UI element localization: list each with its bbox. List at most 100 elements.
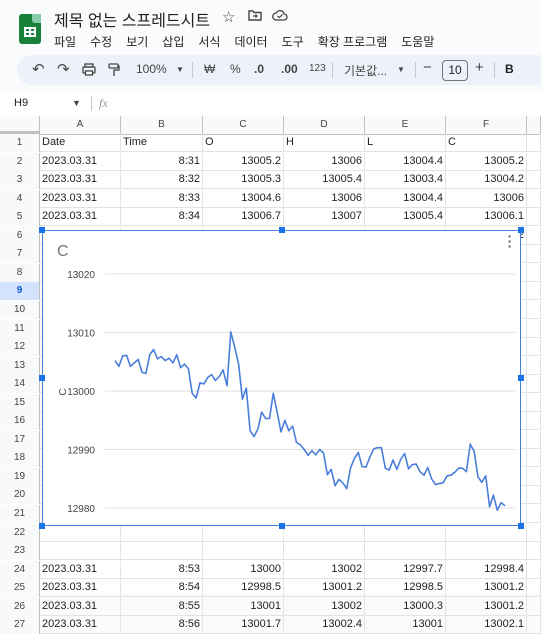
row-header[interactable]: 6 xyxy=(0,226,40,245)
grid-cell[interactable] xyxy=(527,505,541,523)
percent-format-button[interactable]: % xyxy=(230,62,241,76)
grid-cell[interactable] xyxy=(365,542,446,561)
grid-cell[interactable] xyxy=(527,579,541,598)
grid-cell[interactable]: L xyxy=(365,134,446,152)
grid-cell[interactable] xyxy=(203,523,284,542)
row-header[interactable]: 20 xyxy=(0,486,40,505)
row-header[interactable]: 27 xyxy=(0,616,40,634)
grid-cell[interactable]: 13005.3 xyxy=(203,171,284,190)
grid-cell[interactable] xyxy=(527,152,541,171)
menu-edit[interactable]: 수정 xyxy=(90,35,112,49)
undo-icon[interactable]: ↶ xyxy=(32,60,45,78)
row-header[interactable]: 19 xyxy=(0,467,40,486)
cloud-status-icon[interactable] xyxy=(272,8,288,25)
grid-cell[interactable]: 12998.5 xyxy=(365,579,446,598)
grid-cell[interactable]: 2023.03.31 xyxy=(40,189,121,208)
grid-cell[interactable] xyxy=(203,542,284,561)
column-header-d[interactable]: D xyxy=(284,116,365,134)
number-format-button[interactable]: 123 xyxy=(309,63,326,74)
grid-cell[interactable] xyxy=(446,542,527,561)
grid-cell[interactable]: 13001 xyxy=(203,597,284,616)
grid-cell[interactable] xyxy=(527,616,541,634)
row-header[interactable]: 22 xyxy=(0,523,40,542)
grid-cell[interactable] xyxy=(527,523,541,542)
increase-decimal-button[interactable]: .00 xyxy=(281,62,298,76)
grid-cell[interactable]: 13003.4 xyxy=(365,171,446,190)
grid-cell[interactable]: 13006 xyxy=(284,189,365,208)
grid-cell[interactable] xyxy=(527,356,541,375)
grid-cell[interactable]: 2023.03.31 xyxy=(40,152,121,171)
grid-cell[interactable]: 2023.03.31 xyxy=(40,208,121,227)
row-header[interactable]: 1 xyxy=(0,134,40,152)
grid-cell[interactable]: 13005.4 xyxy=(365,208,446,227)
grid-cell[interactable] xyxy=(527,226,541,245)
grid-cell[interactable] xyxy=(527,245,541,264)
row-header[interactable]: 16 xyxy=(0,412,40,431)
row-header[interactable]: 9 xyxy=(0,282,40,301)
grid-cell[interactable]: 12998.5 xyxy=(203,579,284,598)
grid-cell[interactable]: 8:53 xyxy=(121,560,203,579)
grid-cell[interactable]: 13001.2 xyxy=(446,597,527,616)
grid-cell[interactable] xyxy=(284,523,365,542)
menu-data[interactable]: 데이터 xyxy=(234,35,267,49)
decrease-font-size-button[interactable]: − xyxy=(423,59,432,76)
sheets-logo-icon[interactable] xyxy=(19,14,41,44)
grid-cell[interactable]: 2023.03.31 xyxy=(40,579,121,598)
increase-font-size-button[interactable]: + xyxy=(475,59,484,76)
grid-cell[interactable]: 8:31 xyxy=(121,152,203,171)
grid-cell[interactable]: 13006.7 xyxy=(203,208,284,227)
grid-cell[interactable]: 8:54 xyxy=(121,579,203,598)
grid-cell[interactable]: 13001 xyxy=(365,616,446,634)
grid-cell[interactable]: 8:34 xyxy=(121,208,203,227)
grid-cell[interactable]: 13005.2 xyxy=(203,152,284,171)
grid-cell[interactable] xyxy=(527,189,541,208)
font-select[interactable]: 기본값... xyxy=(344,62,387,79)
zoom-caret-icon[interactable]: ▼ xyxy=(176,65,184,74)
menu-tools[interactable]: 도구 xyxy=(282,35,304,49)
row-header[interactable]: 17 xyxy=(0,430,40,449)
grid-cell[interactable]: 13000.3 xyxy=(365,597,446,616)
row-header[interactable]: 13 xyxy=(0,356,40,375)
grid-cell[interactable]: Time xyxy=(121,134,203,152)
grid-cell[interactable]: 13001.2 xyxy=(284,579,365,598)
grid-cell[interactable]: 13001.2 xyxy=(446,579,527,598)
menu-insert[interactable]: 삽입 xyxy=(162,35,184,49)
menu-view[interactable]: 보기 xyxy=(126,35,148,49)
grid-cell[interactable]: O xyxy=(203,134,284,152)
column-header-b[interactable]: B xyxy=(121,116,203,134)
series-line[interactable] xyxy=(114,331,506,512)
grid-cell[interactable]: 13005.2 xyxy=(446,152,527,171)
row-header[interactable]: 15 xyxy=(0,393,40,412)
grid-cell[interactable] xyxy=(40,523,121,542)
grid-cell[interactable] xyxy=(121,542,203,561)
row-header[interactable]: 25 xyxy=(0,579,40,598)
grid-cell[interactable]: 13004.4 xyxy=(365,152,446,171)
row-header[interactable]: 5 xyxy=(0,208,40,227)
grid-cell[interactable] xyxy=(527,338,541,357)
grid-cell[interactable]: 8:33 xyxy=(121,189,203,208)
grid-cell[interactable] xyxy=(527,208,541,227)
menu-file[interactable]: 파일 xyxy=(54,35,76,49)
grid-cell[interactable] xyxy=(365,523,446,542)
grid-cell[interactable]: 8:56 xyxy=(121,616,203,634)
grid-cell[interactable] xyxy=(40,542,121,561)
grid-cell[interactable] xyxy=(527,263,541,282)
paint-format-icon[interactable] xyxy=(108,63,120,80)
select-all-corner[interactable] xyxy=(0,116,40,134)
grid-cell[interactable] xyxy=(527,412,541,431)
grid-cell[interactable] xyxy=(527,430,541,449)
grid-cell[interactable] xyxy=(527,300,541,319)
grid-cell[interactable]: 12997.7 xyxy=(365,560,446,579)
chart-more-options-icon[interactable]: · · · xyxy=(507,229,513,253)
row-header[interactable]: 2 xyxy=(0,152,40,171)
grid-cell[interactable]: 13006 xyxy=(446,189,527,208)
grid-cell[interactable]: H xyxy=(284,134,365,152)
row-header[interactable]: 24 xyxy=(0,560,40,579)
row-header[interactable]: 23 xyxy=(0,542,40,561)
grid-cell[interactable]: 13004.2 xyxy=(446,171,527,190)
column-header-c[interactable]: C xyxy=(203,116,284,134)
grid-cell[interactable] xyxy=(527,597,541,616)
grid-cell[interactable] xyxy=(527,542,541,561)
grid-cell[interactable]: 12998.4 xyxy=(446,560,527,579)
grid-cell[interactable]: C xyxy=(446,134,527,152)
